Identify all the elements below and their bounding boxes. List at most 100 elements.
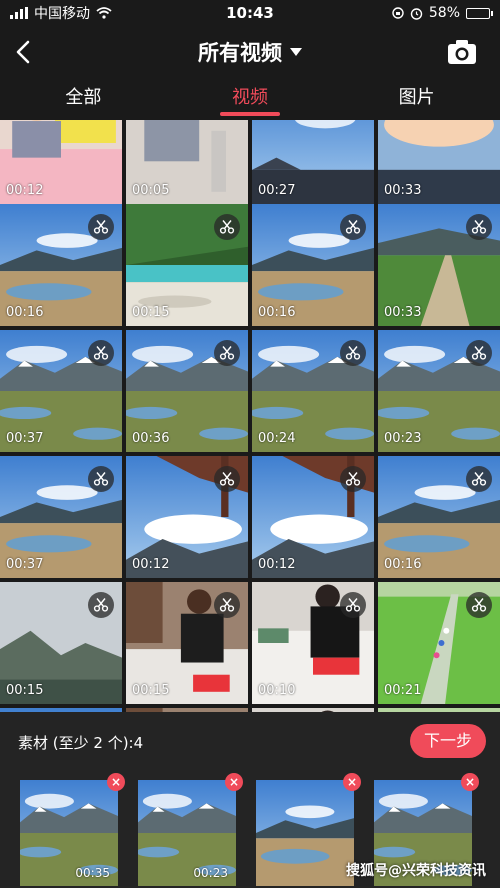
duration-label: 00:10 bbox=[258, 683, 296, 698]
scissors-icon bbox=[471, 472, 487, 486]
duration-label: 00:16 bbox=[6, 305, 44, 320]
duration-label: 00:36 bbox=[132, 431, 170, 446]
scissors-icon bbox=[471, 598, 487, 612]
media-grid-item[interactable]: 00:37 bbox=[0, 456, 122, 578]
trim-button[interactable] bbox=[214, 340, 240, 366]
trim-button[interactable] bbox=[466, 466, 492, 492]
trim-button[interactable] bbox=[88, 340, 114, 366]
media-grid-item[interactable]: 00:37 bbox=[0, 330, 122, 452]
duration-label: 00:37 bbox=[6, 431, 44, 446]
scissors-icon bbox=[345, 346, 361, 360]
media-grid-item[interactable]: 00:10 bbox=[252, 582, 374, 704]
trim-button[interactable] bbox=[214, 214, 240, 240]
back-icon[interactable] bbox=[12, 38, 36, 66]
media-grid-item[interactable]: 00:16 bbox=[378, 456, 500, 578]
caret-down-icon bbox=[290, 48, 302, 56]
duration-label: 00:12 bbox=[6, 183, 44, 198]
trim-button[interactable] bbox=[466, 340, 492, 366]
wifi-icon bbox=[96, 7, 112, 19]
media-grid-item[interactable]: 00:24 bbox=[252, 330, 374, 452]
media-grid-item[interactable]: 00:33 bbox=[378, 120, 500, 204]
duration-label: 00:15 bbox=[132, 683, 170, 698]
media-grid-item[interactable]: 00:15 bbox=[126, 582, 248, 704]
duration-label: 00:12 bbox=[258, 557, 296, 572]
duration-label: 00:12 bbox=[132, 557, 170, 572]
scissors-icon bbox=[219, 220, 235, 234]
trim-button[interactable] bbox=[466, 214, 492, 240]
media-grid-item[interactable]: 00:15 bbox=[0, 582, 122, 704]
media-tabs: 全部 视频 图片 bbox=[0, 80, 500, 118]
trim-button[interactable] bbox=[214, 592, 240, 618]
trim-button[interactable] bbox=[340, 466, 366, 492]
scissors-icon bbox=[219, 598, 235, 612]
remove-clip-button[interactable]: × bbox=[107, 773, 125, 791]
media-grid-item[interactable]: 00:15 bbox=[126, 204, 248, 326]
scissors-icon bbox=[219, 346, 235, 360]
trim-button[interactable] bbox=[340, 214, 366, 240]
duration-label: 00:15 bbox=[6, 683, 44, 698]
trim-button[interactable] bbox=[88, 592, 114, 618]
media-grid-item[interactable]: 00:21 bbox=[378, 582, 500, 704]
scissors-icon bbox=[345, 220, 361, 234]
media-grid-item[interactable]: 00:12 bbox=[252, 456, 374, 578]
scissors-icon bbox=[93, 346, 109, 360]
selected-clip[interactable]: 00:35 × bbox=[20, 773, 125, 886]
duration-label: 00:16 bbox=[258, 305, 296, 320]
duration-label: 00:33 bbox=[384, 183, 422, 198]
media-grid-item[interactable]: 00:36 bbox=[126, 330, 248, 452]
trim-button[interactable] bbox=[88, 466, 114, 492]
media-grid-item[interactable]: 00:05 bbox=[126, 120, 248, 204]
scissors-icon bbox=[93, 220, 109, 234]
trim-button[interactable] bbox=[214, 466, 240, 492]
duration-label: 00:35 bbox=[75, 866, 110, 880]
remove-clip-button[interactable]: × bbox=[343, 773, 361, 791]
duration-label: 00:33 bbox=[384, 305, 422, 320]
page-title: 所有视频 bbox=[198, 41, 282, 65]
duration-label: 00:37 bbox=[6, 557, 44, 572]
media-grid-item[interactable]: 00:23 bbox=[378, 330, 500, 452]
trim-button[interactable] bbox=[466, 592, 492, 618]
selected-clip[interactable]: 00:23 × bbox=[138, 773, 243, 886]
tab-all[interactable]: 全部 bbox=[0, 80, 167, 118]
duration-label: 00:27 bbox=[258, 183, 296, 198]
scissors-icon bbox=[471, 220, 487, 234]
media-grid-item[interactable]: 00:12 bbox=[126, 456, 248, 578]
next-button[interactable]: 下一步 bbox=[410, 724, 486, 758]
selected-clip[interactable]: × bbox=[256, 773, 361, 886]
media-grid: 00:12 00:05 00:27 00:33 00:16 00:15 00:16 00:33… bbox=[0, 120, 500, 712]
duration-label: 00:15 bbox=[132, 305, 170, 320]
camera-icon[interactable] bbox=[446, 38, 478, 66]
scissors-icon bbox=[93, 598, 109, 612]
media-grid-item[interactable]: 00:16 bbox=[0, 204, 122, 326]
media-grid-item[interactable]: 00:27 bbox=[252, 120, 374, 204]
signal-icon bbox=[10, 7, 28, 19]
duration-label: 00:21 bbox=[384, 683, 422, 698]
scissors-icon bbox=[471, 346, 487, 360]
thumbnail-image bbox=[256, 780, 354, 886]
tab-image[interactable]: 图片 bbox=[333, 80, 500, 118]
alarm-icon bbox=[410, 7, 423, 20]
duration-label: 00:05 bbox=[132, 183, 170, 198]
scissors-icon bbox=[345, 472, 361, 486]
trim-button[interactable] bbox=[340, 592, 366, 618]
tab-video[interactable]: 视频 bbox=[167, 80, 334, 118]
remove-clip-button[interactable]: × bbox=[461, 773, 479, 791]
material-count-label: 素材 (至少 2 个):4 bbox=[18, 734, 144, 752]
status-left: 中国移动 bbox=[10, 3, 180, 23]
lock-rotation-icon bbox=[392, 7, 404, 19]
media-grid-item[interactable]: 00:12 bbox=[0, 120, 122, 204]
album-selector[interactable]: 所有视频 bbox=[198, 37, 302, 67]
media-grid-item[interactable]: 00:33 bbox=[378, 204, 500, 326]
trim-button[interactable] bbox=[88, 214, 114, 240]
scissors-icon bbox=[93, 472, 109, 486]
duration-label: 00:24 bbox=[258, 431, 296, 446]
scissors-icon bbox=[219, 472, 235, 486]
remove-clip-button[interactable]: × bbox=[225, 773, 243, 791]
duration-label: 00:23 bbox=[384, 431, 422, 446]
scissors-icon bbox=[345, 598, 361, 612]
trim-button[interactable] bbox=[340, 340, 366, 366]
battery-label: 58% bbox=[428, 5, 460, 21]
media-grid-item[interactable]: 00:16 bbox=[252, 204, 374, 326]
duration-label: 00:16 bbox=[384, 557, 422, 572]
watermark: 搜狐号@兴荣科技资讯 bbox=[346, 863, 486, 879]
